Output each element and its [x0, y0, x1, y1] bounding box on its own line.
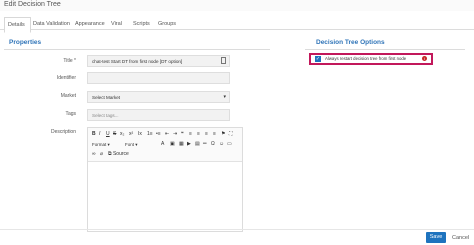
always-restart-label: Always restart decision tree from first …	[325, 56, 407, 61]
caret-down-icon: ▾	[223, 94, 226, 100]
editor-content-area[interactable]	[88, 162, 242, 231]
numbered-list-button[interactable]: 1≡	[147, 131, 153, 137]
smiley-icon[interactable]: ☺	[219, 141, 224, 147]
align-left-button[interactable]: ≡	[189, 131, 192, 137]
table-icon[interactable]: ▤	[195, 141, 200, 147]
title-input[interactable]: chat-test Start DT from first node [DT o…	[87, 55, 230, 67]
tab-appearance[interactable]: Appearance	[75, 17, 105, 31]
editor-toolbar: B I U S x₂ x² Ix 1≡ •≡ ⇤ ⇥ ❝ ≡ ≡ ≡ ≡ ⚑ ⛶…	[88, 128, 242, 162]
source-label: Source	[112, 151, 129, 157]
description-label: Description	[50, 129, 76, 135]
decision-tree-options-heading: Decision Tree Options	[316, 39, 385, 46]
flag-button[interactable]: ⚑	[221, 131, 225, 137]
tags-input-placeholder: Select tags...	[92, 113, 119, 118]
bg-color-icon[interactable]: ▣	[170, 141, 175, 147]
align-center-button[interactable]: ≡	[197, 131, 200, 137]
edit-icon[interactable]	[221, 57, 226, 64]
text-color-icon[interactable]: A	[161, 141, 164, 147]
outdent-button[interactable]: ⇤	[165, 131, 169, 137]
superscript-button[interactable]: x²	[129, 131, 133, 137]
maximize-button[interactable]: ⛶	[229, 131, 233, 137]
underline-button[interactable]: U	[106, 131, 110, 137]
bullet-list-button[interactable]: •≡	[156, 131, 161, 137]
title-label: Title *	[63, 58, 76, 64]
title-input-value: chat-test Start DT from first node [DT o…	[92, 59, 183, 64]
strike-button[interactable]: S	[113, 131, 116, 137]
italic-button[interactable]: I	[99, 131, 100, 137]
tab-bar: Details Data Validation Appearance Viral…	[0, 14, 474, 33]
link-icon[interactable]: ∞	[92, 151, 96, 157]
justify-button[interactable]: ≡	[213, 131, 216, 137]
align-right-button[interactable]: ≡	[205, 131, 208, 137]
footer-divider	[0, 229, 474, 230]
properties-heading: Properties	[9, 39, 42, 46]
font-dropdown[interactable]: Font ▾	[125, 142, 138, 148]
market-select[interactable]: Select Market ▾	[87, 91, 230, 103]
tab-groups[interactable]: Groups	[158, 17, 176, 31]
format-dropdown[interactable]: Format ▾	[92, 142, 110, 148]
iframe-icon[interactable]: ▭	[227, 141, 232, 147]
horizontal-rule-icon[interactable]: ═	[203, 141, 207, 147]
description-editor[interactable]: B I U S x₂ x² Ix 1≡ •≡ ⇤ ⇥ ❝ ≡ ≡ ≡ ≡ ⚑ ⛶…	[87, 127, 243, 232]
properties-divider	[4, 49, 270, 50]
identifier-input[interactable]	[87, 72, 230, 84]
info-icon[interactable]: i	[422, 56, 427, 61]
font-dropdown-label: Font	[125, 142, 135, 147]
format-dropdown-label: Format	[92, 142, 107, 147]
tab-data-validation[interactable]: Data Validation	[33, 17, 70, 31]
window-titlebar: Edit Decision Tree	[0, 0, 474, 11]
options-divider	[305, 49, 465, 50]
market-label: Market	[60, 93, 76, 99]
image-icon[interactable]: ▦	[179, 141, 184, 147]
bold-button[interactable]: B	[92, 131, 96, 137]
tab-scripts[interactable]: Scripts	[133, 17, 150, 31]
window-title: Edit Decision Tree	[4, 1, 61, 8]
always-restart-checkbox[interactable]: ✓	[315, 56, 321, 62]
tab-details[interactable]: Details	[4, 17, 31, 33]
tab-viral[interactable]: Viral	[111, 17, 122, 31]
special-char-icon[interactable]: Ω	[211, 141, 215, 147]
clear-format-button[interactable]: Ix	[138, 131, 142, 137]
source-button[interactable]: ⧉ Source	[108, 151, 129, 157]
unlink-icon[interactable]: ⌀	[100, 151, 103, 157]
always-restart-option: ✓ Always restart decision tree from firs…	[309, 53, 433, 65]
tags-input[interactable]: Select tags...	[87, 109, 230, 121]
save-button[interactable]: Save	[426, 232, 446, 243]
indent-button[interactable]: ⇥	[173, 131, 177, 137]
tags-label: Tags	[65, 111, 76, 117]
subscript-button[interactable]: x₂	[120, 131, 124, 137]
identifier-label: Identifier	[56, 75, 76, 81]
market-select-value: Select Market	[92, 95, 121, 100]
blockquote-button[interactable]: ❝	[181, 131, 184, 137]
cancel-button[interactable]: Cancel	[452, 235, 469, 241]
video-icon[interactable]: ▶	[187, 141, 191, 147]
